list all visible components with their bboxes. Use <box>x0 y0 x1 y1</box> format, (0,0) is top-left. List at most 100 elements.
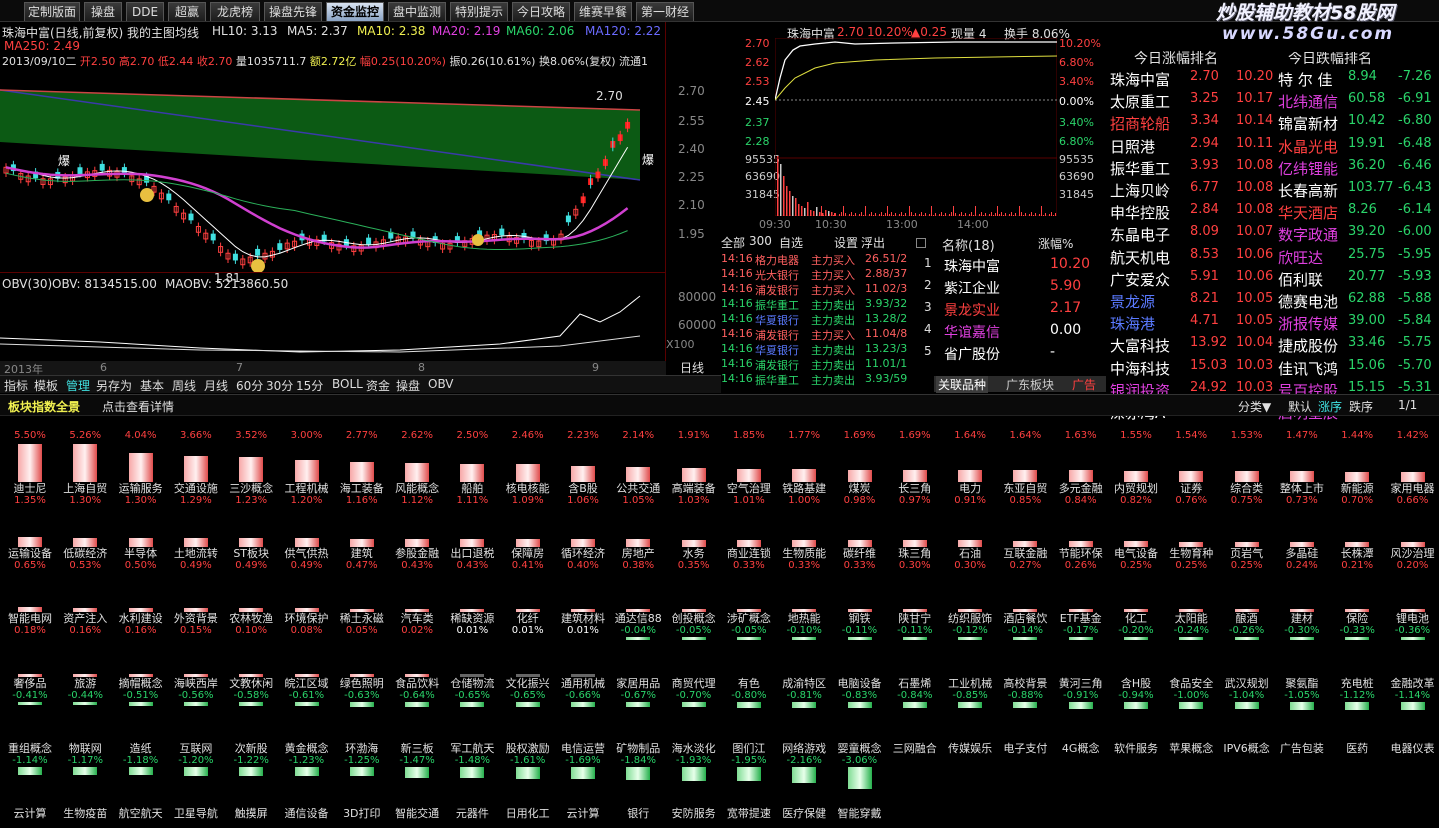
sector-cell[interactable]: 2.14% 公共交通 <box>610 430 666 495</box>
sector-cell[interactable]: 0.21% 保险 <box>1329 560 1385 625</box>
sector-cell[interactable]: -0.14% 高校背景 <box>997 625 1053 690</box>
up-stock[interactable]: 珠海港 <box>1110 313 1155 334</box>
sector-cell[interactable]: 0.01% 仓储物流 <box>444 625 500 690</box>
sector-cell[interactable]: 2.50% 船舶 <box>444 430 500 495</box>
up-stock[interactable]: 招商轮船 <box>1110 113 1170 134</box>
sector-cell[interactable]: 0.33% 涉矿概念 <box>721 560 777 625</box>
sector-cell[interactable]: -0.33% 充电桩 <box>1329 625 1385 690</box>
sector-cell[interactable]: -1.48% 元器件 <box>444 755 500 820</box>
up-stock[interactable]: 振华重工 <box>1110 158 1170 179</box>
sector-cell[interactable]: 1.44% 新能源 <box>1329 430 1385 495</box>
sector-cell[interactable]: 0.75% 页岩气 <box>1219 495 1275 560</box>
sector-cell[interactable]: 1.06% 循环经济 <box>555 495 611 560</box>
sector-cell[interactable]: -0.17% 黄河三角 <box>1053 625 1109 690</box>
sector-cell[interactable]: -0.81% 网络游戏 <box>776 690 832 755</box>
sector-cell[interactable]: -0.11% 电脑设备 <box>832 625 888 690</box>
down-stock[interactable]: 德赛电池 <box>1278 291 1338 312</box>
sector-cell[interactable]: -1.23% 通信设备 <box>279 755 335 820</box>
up-stock[interactable]: 广安爱众 <box>1110 269 1170 290</box>
sector-cell[interactable]: -0.61% 黄金概念 <box>279 690 335 755</box>
down-stock[interactable]: 水晶光电 <box>1278 136 1338 157</box>
sector-cell[interactable]: -0.65% 军工航天 <box>444 690 500 755</box>
sector-hint[interactable]: 点击查看详情 <box>102 398 174 415</box>
down-stock[interactable]: 长春高新 <box>1278 180 1338 201</box>
sector-cell[interactable]: -0.85% 传媒娱乐 <box>942 690 998 755</box>
sector-cell[interactable]: -0.04% 家居用品 <box>610 625 666 690</box>
sector-cell[interactable]: -0.83% 婴童概念 <box>832 690 888 755</box>
sector-cell[interactable]: -0.58% 次新股 <box>223 690 279 755</box>
sector-cell[interactable]: -0.11% 石墨烯 <box>887 625 943 690</box>
indicator-tab[interactable]: 管理 <box>66 377 90 394</box>
indicator-tab[interactable]: 15分 <box>296 377 323 394</box>
sector-cell[interactable]: -0.80% 图们江 <box>721 690 777 755</box>
category-dropdown[interactable]: 分类▼ <box>1238 398 1271 415</box>
sector-cell[interactable]: 5.50% 迪士尼 <box>2 430 58 495</box>
tab-guangdong[interactable]: 广东板块 <box>1006 376 1054 393</box>
sector-cell[interactable]: -0.67% 矿物制品 <box>610 690 666 755</box>
sector-cell[interactable]: 0.84% 节能环保 <box>1053 495 1109 560</box>
sector-cell[interactable]: -0.70% 海水淡化 <box>666 690 722 755</box>
sector-cell[interactable]: 1.47% 整体上市 <box>1274 430 1330 495</box>
sector-cell[interactable]: -0.10% 成渝特区 <box>776 625 832 690</box>
tab-10[interactable]: 维赛早餐 <box>574 2 632 21</box>
sort-down[interactable]: 跌序 <box>1349 398 1373 415</box>
sector-cell[interactable]: 0.18% 奢侈品 <box>2 625 58 690</box>
indicator-tab[interactable]: 30分 <box>266 377 293 394</box>
sector-cell[interactable]: 0.65% 智能电网 <box>2 560 58 625</box>
sector-cell[interactable]: -0.05% 商贸代理 <box>666 625 722 690</box>
settings-button[interactable]: 设置 <box>834 234 858 251</box>
sector-cell[interactable]: -0.36% 金融改革 <box>1385 625 1439 690</box>
indicator-tab[interactable]: 模板 <box>34 377 58 394</box>
rank-stock[interactable]: 景龙实业 <box>944 300 1000 320</box>
sector-cell[interactable]: 1.35% 运输设备 <box>2 495 58 560</box>
sector-cell[interactable]: 1.00% 生物质能 <box>776 495 832 560</box>
sector-cell[interactable]: 3.52% 三沙概念 <box>223 430 279 495</box>
sector-cell[interactable]: -1.04% IPV6概念 <box>1219 690 1275 755</box>
sector-cell[interactable]: 0.30% 纺织服饰 <box>942 560 998 625</box>
sector-cell[interactable]: -1.61% 日用化工 <box>500 755 556 820</box>
tab-related[interactable]: 关联品种 <box>936 376 989 393</box>
up-stock[interactable]: 日照港 <box>1110 136 1155 157</box>
sector-cell[interactable]: -0.12% 工业机械 <box>942 625 998 690</box>
filter-watchlist[interactable]: 自选 <box>779 234 803 251</box>
sector-cell[interactable]: -1.14% 电器仪表 <box>1385 690 1439 755</box>
sector-cell[interactable]: 2.77% 海工装备 <box>334 430 390 495</box>
indicator-tab[interactable]: 基本 <box>140 377 164 394</box>
sector-cell[interactable]: 0.41% 化纤 <box>500 560 556 625</box>
sector-cell[interactable]: 0.82% 电气设备 <box>1108 495 1164 560</box>
sector-cell[interactable]: -3.06% 智能穿戴 <box>832 755 888 820</box>
down-stock[interactable]: 数字政通 <box>1278 224 1338 245</box>
sector-cell[interactable]: 3.66% 交通设施 <box>168 430 224 495</box>
sector-cell[interactable]: 0.01% 文化振兴 <box>500 625 556 690</box>
indicator-tab[interactable]: 月线 <box>204 377 228 394</box>
intraday-chart[interactable]: 珠海中富 2.70 10.20% ▲0.25 现量 4 换手 8.06% 2.7… <box>721 22 1107 232</box>
sector-cell[interactable]: 0.25% 酿酒 <box>1219 560 1275 625</box>
sector-cell[interactable]: -0.26% 武汉规划 <box>1219 625 1275 690</box>
sector-cell[interactable]: 1.30% 低碳经济 <box>57 495 113 560</box>
sector-cell[interactable]: 1.11% 出口退税 <box>444 495 500 560</box>
sector-cell[interactable]: 0.25% 太阳能 <box>1163 560 1219 625</box>
sector-cell[interactable]: 1.85% 空气治理 <box>721 430 777 495</box>
indicator-tab[interactable]: 周线 <box>172 377 196 394</box>
sector-cell[interactable]: -0.63% 环渤海 <box>334 690 390 755</box>
sector-cell[interactable]: 0.33% 钢铁 <box>832 560 888 625</box>
sector-cell[interactable]: -1.05% 广告包装 <box>1274 690 1330 755</box>
down-stock[interactable]: 锦富新材 <box>1278 113 1338 134</box>
sector-cell[interactable]: 0.40% 建筑材料 <box>555 560 611 625</box>
indicator-tab[interactable]: OBV <box>428 377 454 391</box>
sector-cell[interactable]: 0.49% 外资背景 <box>168 560 224 625</box>
rank-stock[interactable]: 珠海中富 <box>944 256 1000 276</box>
up-stock[interactable]: 东晶电子 <box>1110 224 1170 245</box>
sector-cell[interactable]: 0.73% 多晶硅 <box>1274 495 1330 560</box>
sector-cell[interactable]: -1.47% 智能交通 <box>389 755 445 820</box>
sector-cell[interactable]: -0.05% 有色 <box>721 625 777 690</box>
sector-cell[interactable]: 2.46% 核电核能 <box>500 430 556 495</box>
sector-cell[interactable]: 4.04% 运输服务 <box>113 430 169 495</box>
sector-cell[interactable]: -1.84% 银行 <box>610 755 666 820</box>
sector-cell[interactable]: 0.50% 水利建设 <box>113 560 169 625</box>
tab-1[interactable]: 操盘 <box>84 2 122 21</box>
sort-default[interactable]: 默认 <box>1288 398 1312 415</box>
down-stock[interactable]: 捷成股份 <box>1278 335 1338 356</box>
tab-9[interactable]: 今日攻略 <box>512 2 570 21</box>
sector-cell[interactable]: -0.20% 含H股 <box>1108 625 1164 690</box>
